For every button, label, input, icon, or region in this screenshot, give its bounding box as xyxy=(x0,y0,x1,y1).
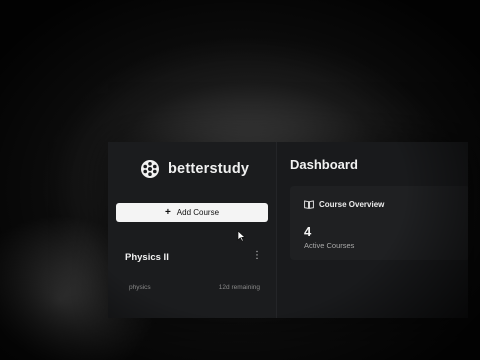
brand-name: betterstudy xyxy=(168,161,250,177)
add-course-label: Add Course xyxy=(176,208,220,217)
active-courses-label: Active Courses xyxy=(304,241,355,250)
app-window: betterstudy + Add Course Physics II ⋮ ph… xyxy=(108,142,468,318)
course-overview-header: Course Overview xyxy=(304,200,384,209)
course-title: Physics II xyxy=(125,252,169,263)
plus-icon: + xyxy=(164,207,171,218)
course-card[interactable]: Physics II ⋮ physics 12d remaining xyxy=(116,242,268,318)
book-open-icon xyxy=(304,200,314,209)
course-tag: physics xyxy=(129,284,151,291)
more-vertical-icon[interactable]: ⋮ xyxy=(252,250,262,261)
page-title: Dashboard xyxy=(290,157,358,172)
add-course-button[interactable]: + Add Course xyxy=(116,203,268,222)
course-overview-card: Course Overview 4 Active Courses xyxy=(290,186,468,260)
brand[interactable]: betterstudy xyxy=(140,158,249,180)
main-content: Dashboard Course Overview 4 Active Cours… xyxy=(276,142,468,318)
course-remaining: 12d remaining xyxy=(218,284,260,291)
mouse-pointer-icon xyxy=(237,230,246,242)
course-overview-title: Course Overview xyxy=(319,200,385,209)
brand-logo-icon xyxy=(141,160,159,178)
sidebar: betterstudy + Add Course Physics II ⋮ ph… xyxy=(108,142,277,318)
active-courses-count: 4 xyxy=(304,224,312,239)
